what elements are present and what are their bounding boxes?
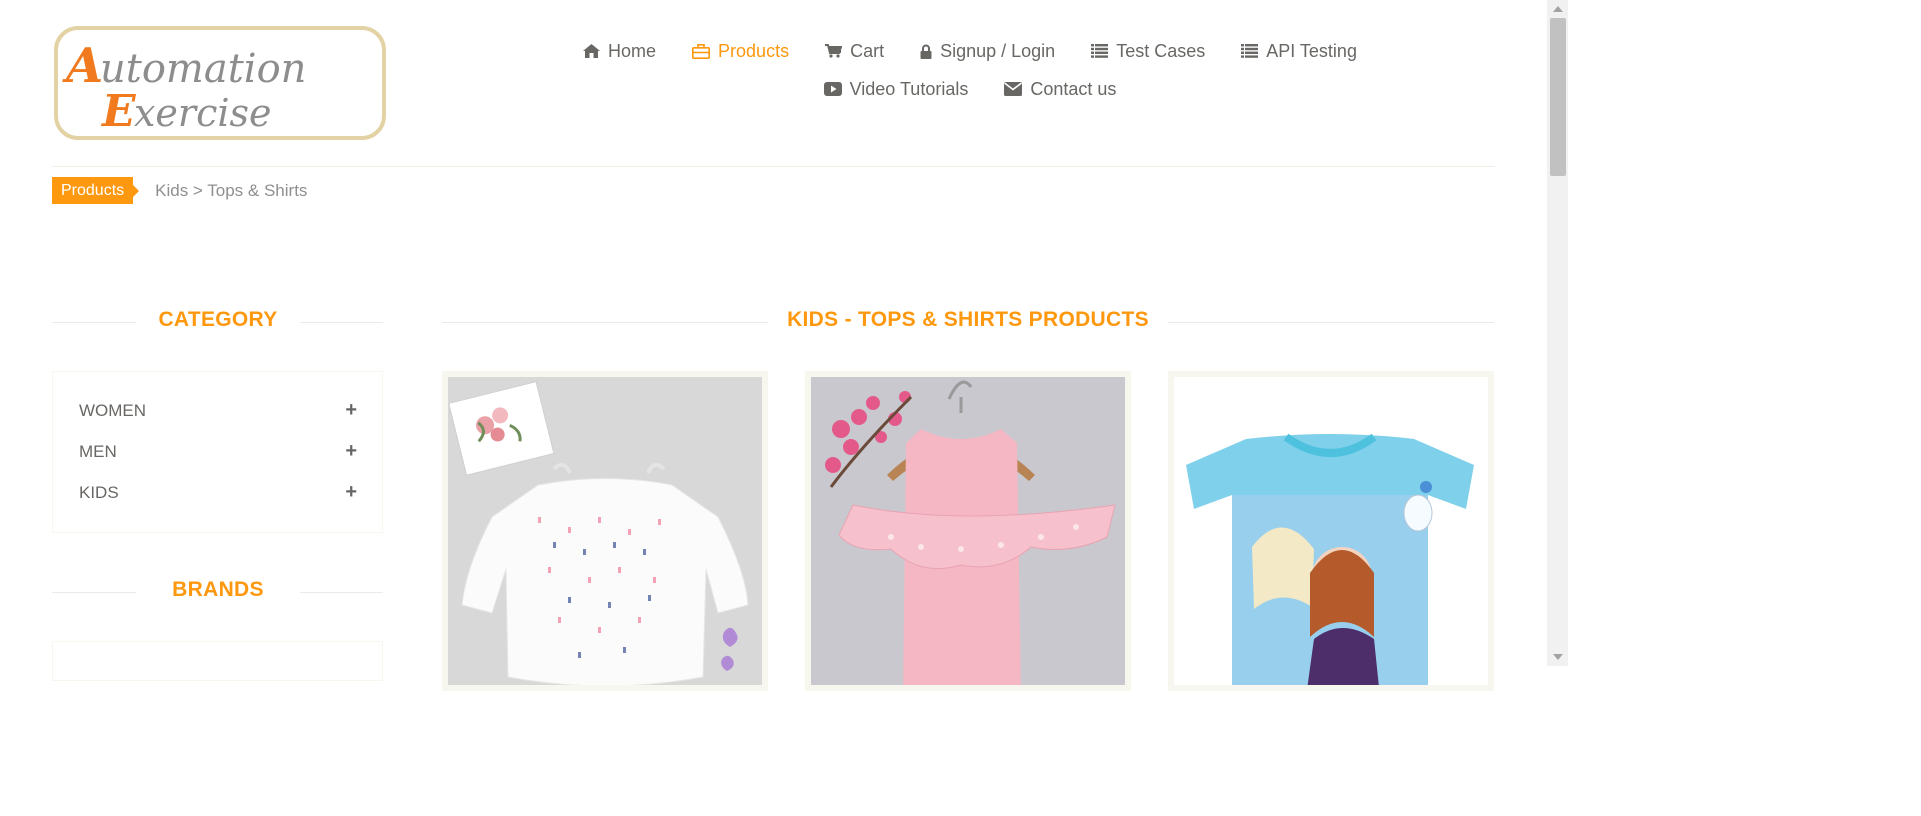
nav-contact-us[interactable]: Contact us (1004, 79, 1116, 100)
home-icon (583, 44, 601, 58)
nav-contact-us-label: Contact us (1030, 78, 1117, 99)
nav-test-cases[interactable]: Test Cases (1091, 41, 1205, 62)
scroll-down-arrow-icon[interactable] (1553, 654, 1563, 660)
breadcrumb-tag: Products (52, 177, 140, 204)
envelope-icon (1004, 82, 1023, 96)
nav-video-tutorials-label: Video Tutorials (849, 78, 969, 99)
nav-signup-login[interactable]: Signup / Login (920, 41, 1055, 62)
products-title-rule-right (1168, 322, 1494, 323)
nav-video-tutorials[interactable]: Video Tutorials (823, 78, 969, 100)
svg-text:A: A (62, 38, 103, 94)
nav-signup-login-label: Signup / Login (940, 40, 1056, 61)
page-scrollbar[interactable] (1547, 0, 1568, 666)
main-nav: Home Products Cart Signup / Login Test C… (560, 36, 1380, 112)
nav-row-2: Video Tutorials Contact us (560, 74, 1380, 104)
scrollbar-thumb[interactable] (1550, 18, 1566, 176)
brands-title-rule-left (52, 592, 136, 593)
category-men[interactable]: MEN + (79, 440, 357, 463)
breadcrumb-path: Kids > Tops & Shirts (155, 180, 308, 200)
products-title-rule-left (442, 322, 768, 323)
category-women-label: WOMEN (79, 400, 147, 420)
brands-panel (52, 641, 383, 681)
briefcase-icon (692, 43, 711, 59)
nav-home-label: Home (608, 40, 657, 61)
nav-test-cases-label: Test Cases (1116, 40, 1206, 61)
plus-icon[interactable]: + (345, 481, 357, 504)
product-card[interactable] (442, 371, 768, 691)
category-kids[interactable]: KIDS + (79, 481, 357, 504)
youtube-play-icon (823, 82, 842, 96)
breadcrumb: Products Kids > Tops & Shirts (52, 177, 307, 204)
category-title-rule-right (300, 322, 383, 323)
product-card[interactable] (1168, 371, 1494, 691)
nav-cart-label: Cart (850, 40, 885, 61)
nav-api-testing-label: API Testing (1266, 40, 1357, 61)
nav-products[interactable]: Products (692, 41, 789, 62)
nav-row-1: Home Products Cart Signup / Login Test C… (560, 36, 1380, 66)
plus-icon[interactable]: + (345, 440, 357, 463)
nav-cart[interactable]: Cart (825, 41, 884, 62)
product-card[interactable] (805, 371, 1131, 691)
cart-icon (825, 44, 843, 58)
category-panel: WOMEN + MEN + KIDS + (52, 371, 383, 533)
scroll-up-arrow-icon[interactable] (1553, 6, 1563, 12)
plus-icon[interactable]: + (345, 399, 357, 422)
nav-api-testing[interactable]: API Testing (1241, 41, 1357, 62)
brands-title-rule-right (300, 592, 383, 593)
white-printed-top-image[interactable] (448, 377, 762, 691)
svg-text:E: E (100, 86, 137, 137)
category-title-rule-left (52, 322, 136, 323)
category-women[interactable]: WOMEN + (79, 399, 357, 422)
list-icon (1091, 44, 1109, 58)
nav-products-label: Products (718, 40, 790, 61)
category-title: CATEGORY (158, 308, 278, 331)
nav-home[interactable]: Home (583, 41, 656, 62)
list-icon (1241, 44, 1259, 58)
header-divider (52, 166, 1495, 167)
pink-ruffle-top-image[interactable] (811, 377, 1125, 691)
site-logo[interactable]: A utomation E xercise (54, 26, 386, 140)
frozen-tshirt-image[interactable] (1174, 377, 1488, 691)
category-kids-label: KIDS (79, 482, 119, 502)
brands-title: BRANDS (172, 578, 264, 601)
logo-line2: xercise (134, 91, 272, 135)
lock-icon (920, 44, 932, 59)
category-men-label: MEN (79, 441, 117, 461)
products-title: KIDS - TOPS & SHIRTS PRODUCTS (787, 308, 1149, 331)
